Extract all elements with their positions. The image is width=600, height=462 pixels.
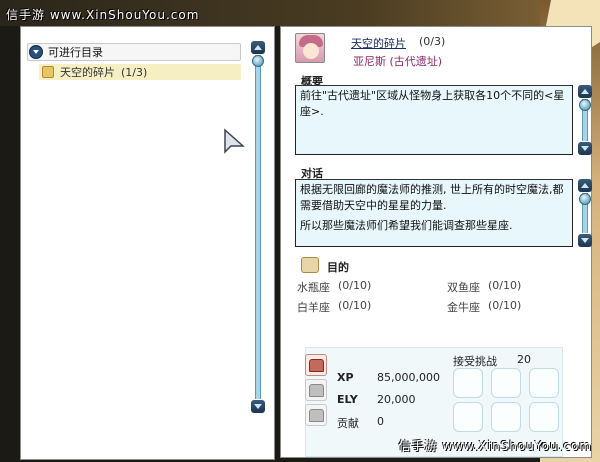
reward-slot[interactable] xyxy=(529,368,559,398)
quest-category-label: 可进行目录 xyxy=(48,46,103,59)
reward-slot[interactable] xyxy=(491,402,521,432)
scroll-down-icon[interactable] xyxy=(251,400,265,413)
watermark-top: 信手游 www.XinShouYou.com xyxy=(6,8,200,22)
scroll-up-icon[interactable] xyxy=(251,41,265,54)
quest-title: 天空的碎片 xyxy=(351,37,406,50)
dialog-textbox: 根据无限回廊的魔法师的推测, 世上所有的时空魔法,都需要借助天空中的星星的力量.… xyxy=(295,179,573,247)
dialog-line: 所以那些魔法师们希望我们能调查那些星座. xyxy=(300,219,513,232)
scroll-icon xyxy=(42,66,54,78)
reward-tab-3[interactable] xyxy=(305,404,327,426)
scroll-thumb[interactable] xyxy=(579,193,591,205)
goal-item: 白羊座 (0/10) xyxy=(297,299,371,315)
goal-name: 双鱼座 xyxy=(447,281,480,294)
goal-name: 金牛座 xyxy=(447,301,480,314)
reward-tab-2[interactable] xyxy=(305,379,327,401)
avatar-face xyxy=(303,43,319,59)
goal-value: (0/10) xyxy=(488,299,522,312)
dialog-scrollbar[interactable] xyxy=(578,179,592,247)
summary-text: 前往"古代遗址"区域从怪物身上获取各10个不同的<星座>. xyxy=(300,89,565,118)
chest-icon xyxy=(309,409,324,422)
chest-icon xyxy=(309,359,324,372)
summary-textbox: 前往"古代遗址"区域从怪物身上获取各10个不同的<星座>. xyxy=(295,85,573,155)
goal-value: (0/10) xyxy=(338,299,372,312)
summary-scrollbar[interactable] xyxy=(578,85,592,155)
collapse-toggle-icon[interactable] xyxy=(29,45,43,59)
reward-slot[interactable] xyxy=(491,368,521,398)
quest-progress: (0/3) xyxy=(419,35,446,48)
goal-item: 水瓶座 (0/10) xyxy=(297,279,371,295)
quest-list-item-progress: (1/3) xyxy=(121,65,148,79)
quest-giver: 亚尼斯 (古代遗址) xyxy=(353,55,443,68)
watermark-bottom: 信手游 www.XinShouYou.com xyxy=(398,439,592,453)
quest-detail-panel: 天空的碎片 (0/3) 亚尼斯 (古代遗址) 概要 前往"古代遗址"区域从怪物身… xyxy=(280,26,592,458)
reward-slot[interactable] xyxy=(529,402,559,432)
goal-label: 目的 xyxy=(327,261,349,274)
goal-item: 双鱼座 (0/10) xyxy=(447,279,521,295)
reward-slot[interactable] xyxy=(453,402,483,432)
challenge-label: 接受挑战 xyxy=(453,355,497,368)
quest-list-scrollbar[interactable] xyxy=(251,41,265,413)
goal-name: 水瓶座 xyxy=(297,281,330,294)
quest-list-item[interactable]: 天空的碎片 (1/3) xyxy=(39,64,241,80)
goal-value: (0/10) xyxy=(338,279,372,292)
goal-scroll-icon xyxy=(301,257,319,273)
ely-label: ELY xyxy=(337,393,358,406)
contribution-value: 0 xyxy=(377,415,384,428)
goal-value: (0/10) xyxy=(488,279,522,292)
reward-slot[interactable] xyxy=(453,368,483,398)
scroll-down-icon[interactable] xyxy=(578,234,592,247)
scroll-thumb[interactable] xyxy=(579,99,591,111)
scroll-thumb[interactable] xyxy=(252,55,264,67)
npc-avatar xyxy=(295,33,325,63)
scroll-up-icon[interactable] xyxy=(578,85,592,98)
xp-label: XP xyxy=(337,371,354,384)
reward-tab-1[interactable] xyxy=(305,354,327,376)
scroll-track[interactable] xyxy=(255,55,261,399)
quest-list-item-title: 天空的碎片 xyxy=(60,66,115,79)
scroll-down-icon[interactable] xyxy=(578,142,592,155)
goal-name: 白羊座 xyxy=(297,301,330,314)
goal-item: 金牛座 (0/10) xyxy=(447,299,521,315)
xp-value: 85,000,000 xyxy=(377,371,440,384)
quest-category-header[interactable]: 可进行目录 xyxy=(27,43,241,61)
contribution-label: 贡献 xyxy=(337,417,359,430)
quest-list-panel: 可进行目录 天空的碎片 (1/3) xyxy=(20,26,275,460)
challenge-value: 20 xyxy=(517,353,531,366)
dialog-line: 根据无限回廊的魔法师的推测, 世上所有的时空魔法,都需要借助天空中的星星的力量. xyxy=(300,183,564,212)
ely-value: 20,000 xyxy=(377,393,416,406)
chest-icon xyxy=(309,384,324,397)
scroll-up-icon[interactable] xyxy=(578,179,592,192)
